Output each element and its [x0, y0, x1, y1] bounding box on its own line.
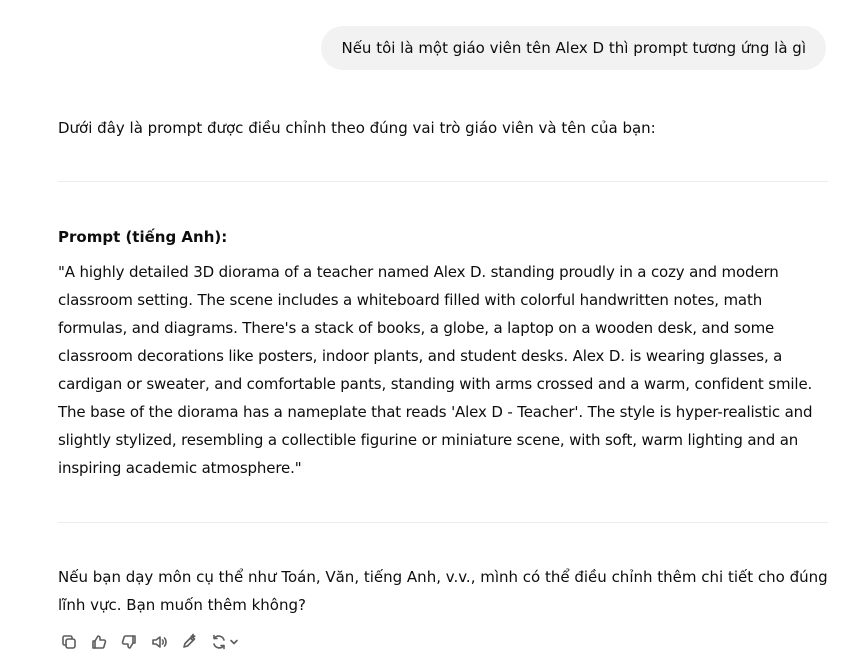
message-actions-toolbar [56, 630, 242, 654]
assistant-followup: Nếu bạn dạy môn cụ thể như Toán, Văn, ti… [58, 568, 828, 614]
edit-button[interactable] [176, 630, 202, 654]
chat-page: Nếu tôi là một giáo viên tên Alex D thì … [0, 0, 852, 662]
divider [58, 522, 828, 523]
prompt-text: "A highly detailed 3D diorama of a teach… [58, 263, 813, 477]
read-aloud-icon [152, 636, 167, 648]
edit-icon [183, 633, 196, 648]
user-message-bubble: Nếu tôi là một giáo viên tên Alex D thì … [321, 26, 826, 70]
thumbs-up-button[interactable] [86, 630, 112, 654]
thumbs-down-button[interactable] [116, 630, 142, 654]
copy-button[interactable] [56, 630, 82, 654]
read-aloud-button[interactable] [146, 630, 172, 654]
regenerate-icon [212, 634, 225, 650]
prompt-heading: Prompt (tiếng Anh): [58, 228, 228, 246]
chevron-down-icon [229, 639, 238, 645]
assistant-intro: Dưới đây là prompt được điều chỉnh theo … [58, 119, 656, 137]
divider [58, 181, 828, 182]
copy-icon [62, 635, 76, 649]
thumbs-down-icon [121, 635, 136, 649]
user-message-text: Nếu tôi là một giáo viên tên Alex D thì … [341, 39, 806, 57]
regenerate-button[interactable] [206, 630, 242, 654]
thumbs-up-icon [92, 635, 107, 649]
